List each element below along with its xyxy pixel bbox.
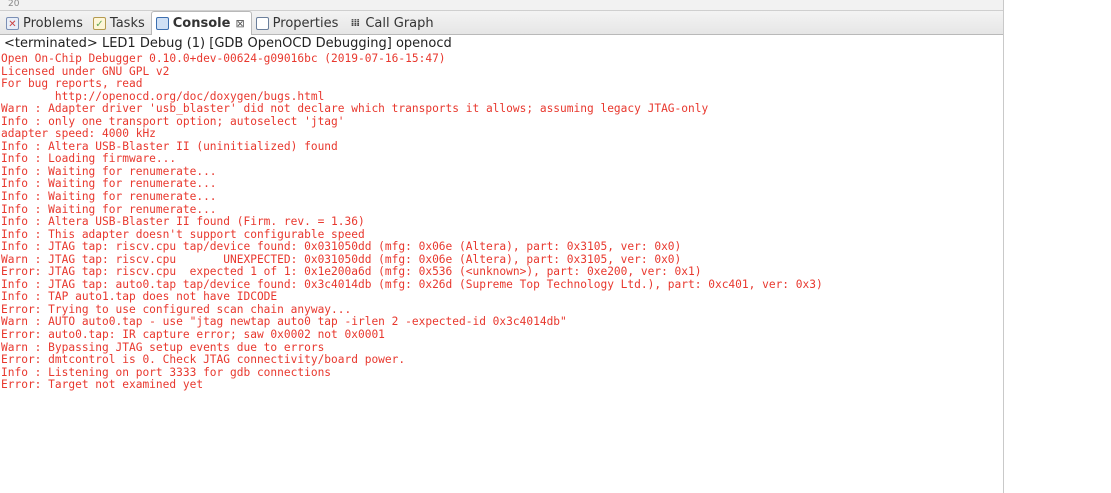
console-line: Warn : Adapter driver 'usb_blaster' did … (1, 102, 709, 116)
close-icon[interactable]: ⊠ (235, 17, 244, 30)
tab-properties[interactable]: Properties (252, 12, 345, 34)
tab-label: Tasks (109, 15, 145, 31)
tab-tasks[interactable]: ✓ Tasks (89, 12, 151, 34)
console-line: adapter speed: 4000 kHz (1, 127, 156, 141)
console-line: Error: Target not examined yet (1, 378, 204, 392)
console-line: Open On-Chip Debugger 0.10.0+dev-00624-g… (1, 52, 446, 65)
console-line: Licensed under GNU GPL v2 (1, 64, 170, 78)
tab-console[interactable]: Console ⊠ (150, 11, 252, 35)
console-line: For bug reports, read (1, 77, 143, 91)
properties-icon (255, 16, 269, 30)
tab-label: Problems (23, 15, 83, 31)
problems-icon: ✕ (6, 16, 19, 30)
console-line: Error: dmtcontrol is 0. Check JTAG conne… (1, 353, 406, 367)
console-status: <terminated> LED1 Debug (1) [GDB OpenOCD… (4, 36, 452, 51)
console-line: Info : Waiting for renumerate... (1, 190, 217, 204)
tab-call-graph[interactable]: ⁞⁞⁞ Call Graph (344, 12, 439, 34)
console-icon (155, 17, 169, 30)
editor-remnant: 20 (0, 0, 1003, 11)
console-line: Error: auto0.tap: IR capture error; saw … (1, 328, 385, 342)
console-line: Info : Altera USB-Blaster II found (Firm… (1, 215, 365, 229)
call-graph-icon: ⁞⁞⁞ (350, 17, 360, 29)
console-line: Error: JTAG tap: riscv.cpu expected 1 of… (1, 265, 702, 279)
tab-label: Properties (272, 15, 339, 31)
view-tab-bar: ✕ Problems ✓ Tasks Console ⊠ Properties … (0, 11, 1003, 35)
tab-problems[interactable]: ✕ Problems (2, 12, 89, 34)
console-output[interactable]: Open On-Chip Debugger 0.10.0+dev-00624-g… (0, 52, 1003, 392)
console-line: Info : JTAG tap: riscv.cpu tap/device fo… (1, 240, 682, 254)
tasks-icon: ✓ (92, 16, 106, 30)
console-view: 20 ✕ Problems ✓ Tasks Console ⊠ Properti… (0, 0, 1004, 493)
tab-label: Call Graph (365, 15, 434, 31)
tab-label: Console (172, 16, 231, 31)
